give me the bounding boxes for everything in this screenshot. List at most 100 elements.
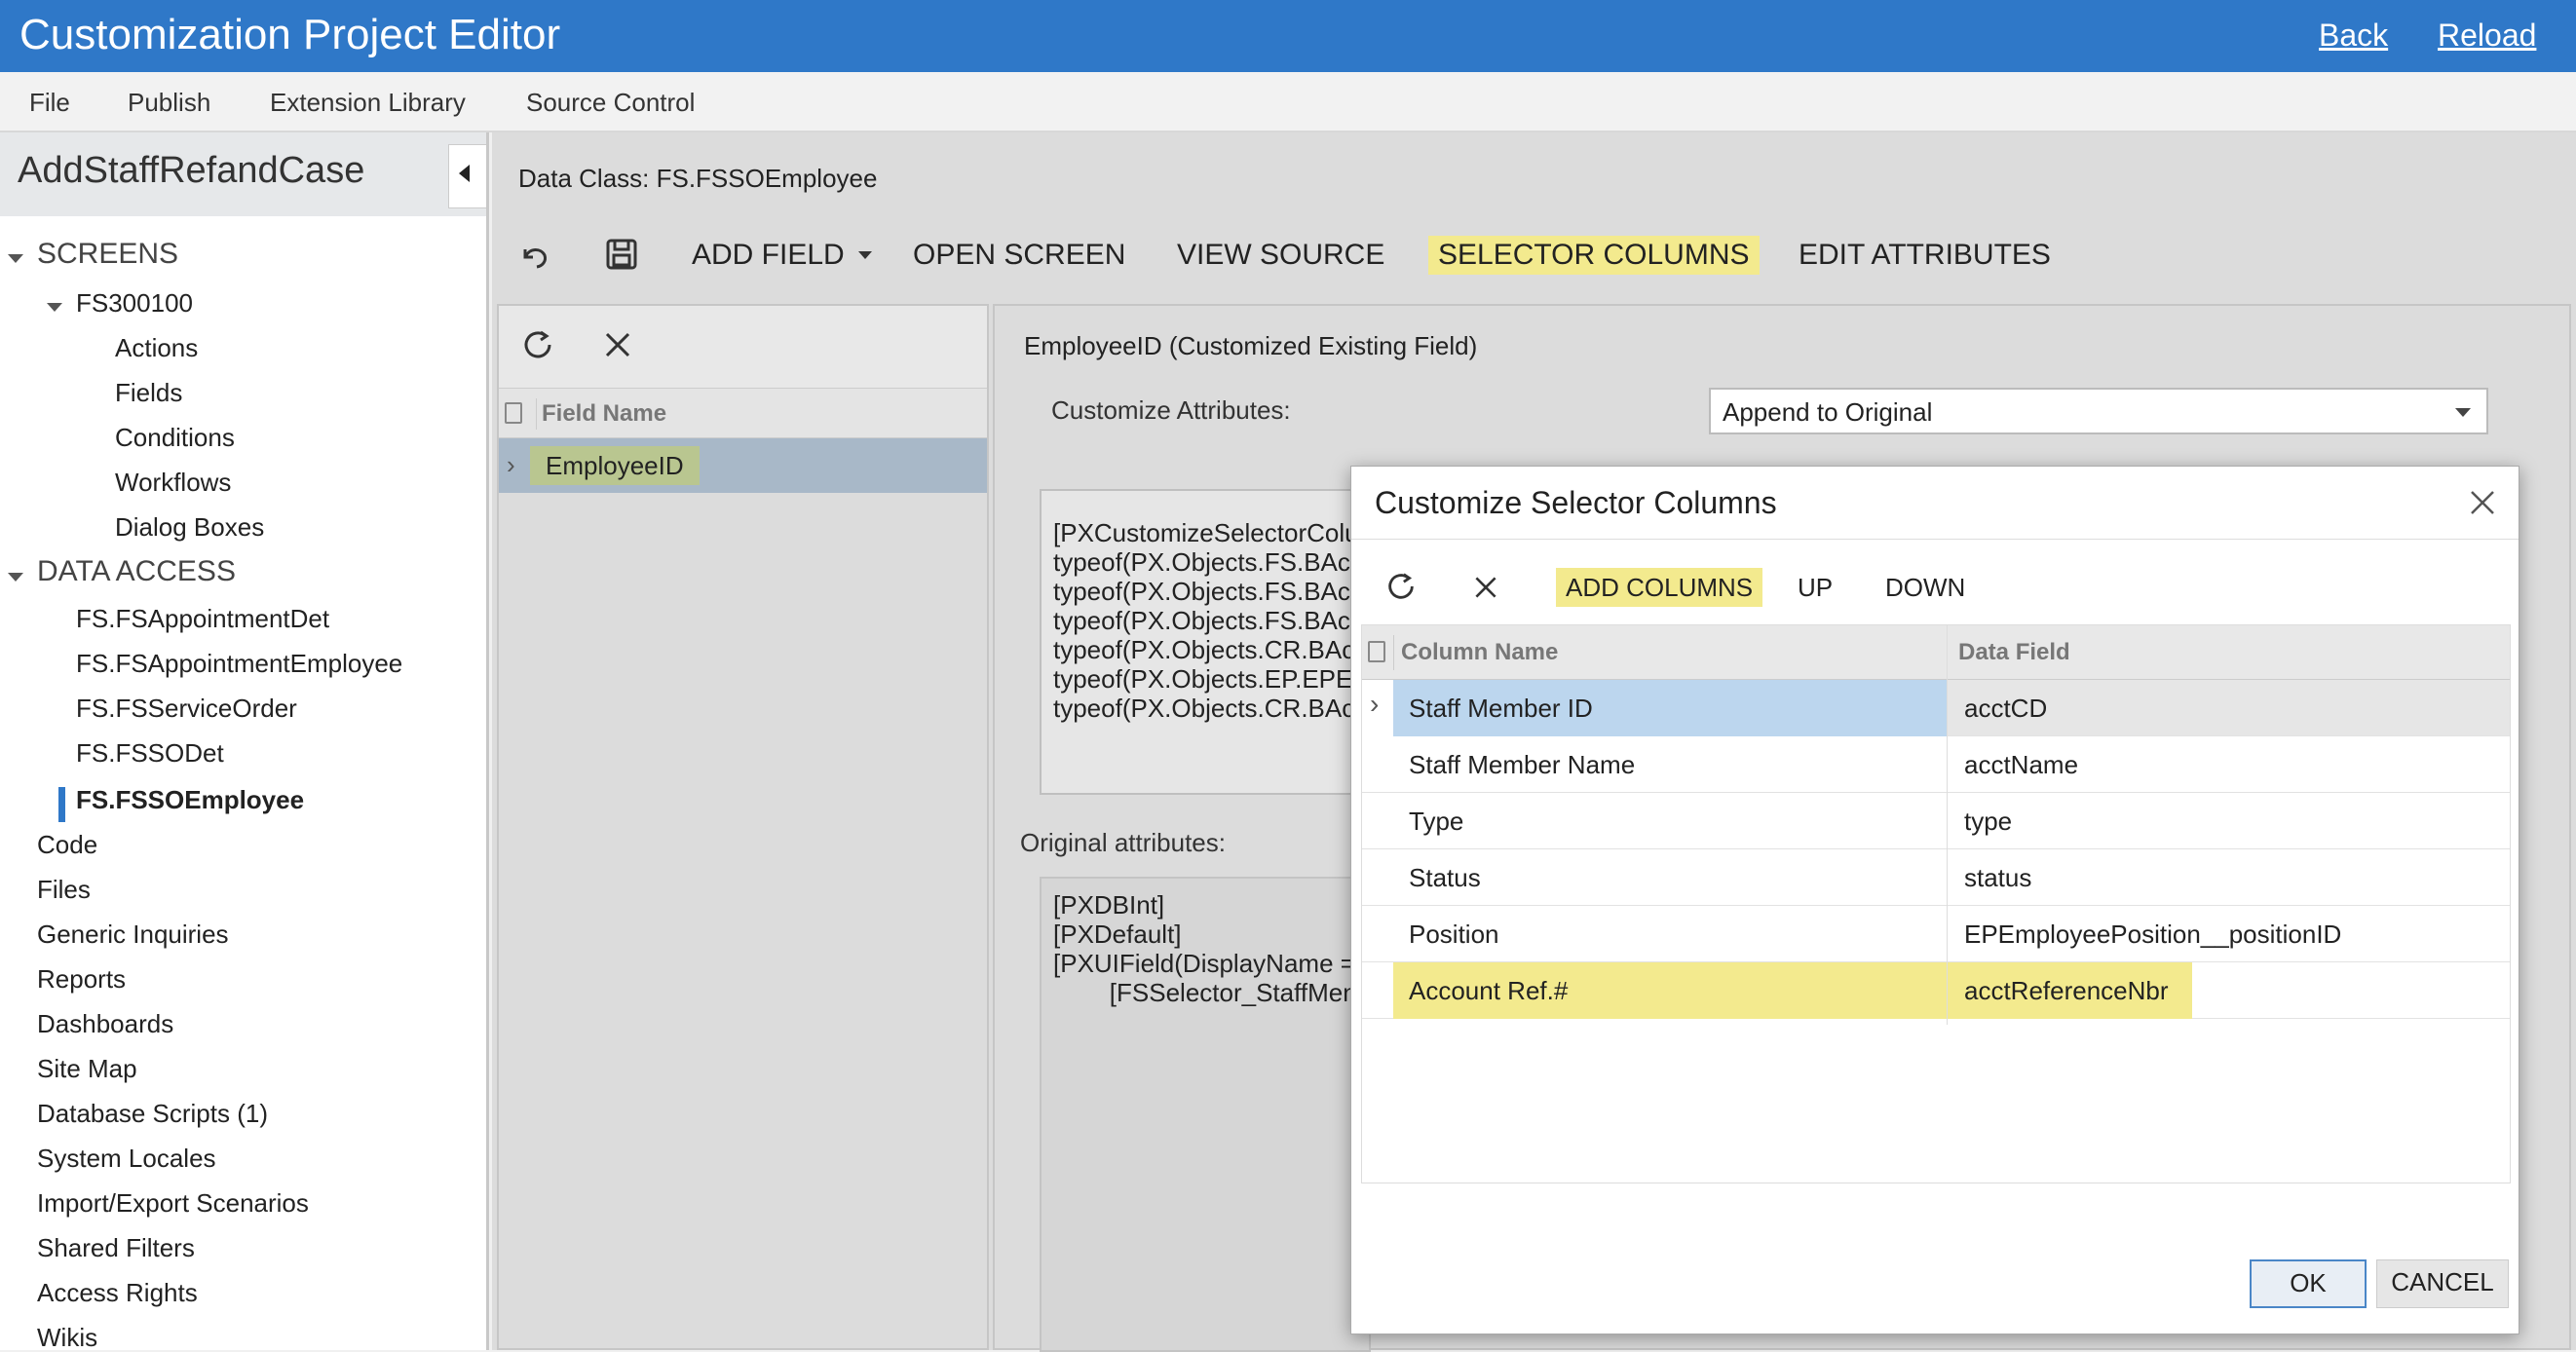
caret-left-icon — [459, 165, 470, 182]
tree-site-map[interactable]: Site Map — [37, 1052, 137, 1085]
open-screen-button[interactable]: OPEN SCREEN — [913, 236, 1125, 275]
selector-columns-button[interactable]: SELECTOR COLUMNS — [1428, 236, 1760, 275]
table-row[interactable]: Position EPEmployeePosition__positionID — [1362, 906, 2510, 962]
tree-wikis[interactable]: Wikis — [37, 1321, 97, 1350]
tree-files[interactable]: Files — [37, 873, 91, 906]
tree-conditions[interactable]: Conditions — [115, 421, 235, 454]
selection-indicator — [58, 787, 65, 822]
tree-system-locales[interactable]: System Locales — [37, 1142, 216, 1175]
menu-source-control[interactable]: Source Control — [526, 86, 695, 119]
add-field-button[interactable]: ADD FIELD — [692, 236, 845, 275]
menu-file[interactable]: File — [29, 86, 70, 119]
tree-reports[interactable]: Reports — [37, 962, 126, 995]
header-divider — [1393, 635, 1394, 670]
menu-publish[interactable]: Publish — [128, 86, 210, 119]
code-line: [PXCustomizeSelectorColu — [1053, 518, 1359, 547]
tree-dialog-boxes[interactable]: Dialog Boxes — [115, 510, 264, 544]
tree-shared-filters[interactable]: Shared Filters — [37, 1231, 195, 1264]
tree-fssoemployee[interactable]: FS.FSSOEmployee — [76, 783, 304, 816]
tree-fsserviceorder[interactable]: FS.FSServiceOrder — [76, 692, 297, 725]
tree-code[interactable]: Code — [37, 828, 97, 861]
column-name-cell[interactable]: Staff Member ID — [1409, 692, 1593, 725]
close-icon[interactable] — [2468, 486, 2497, 525]
tree-fssodet[interactable]: FS.FSSODet — [76, 736, 224, 770]
tree-screens[interactable]: SCREENS — [37, 238, 178, 271]
customize-attributes-label: Customize Attributes: — [1051, 395, 1291, 425]
expand-screen-icon[interactable] — [47, 303, 62, 312]
data-field-cell[interactable]: acctCD — [1964, 692, 2047, 725]
table-row[interactable]: Type type — [1362, 793, 2510, 849]
code-line: typeof(PX.Objects.FS.BAc — [1053, 606, 1350, 635]
back-link[interactable]: Back — [2319, 14, 2388, 56]
table-row[interactable]: Status status — [1362, 849, 2510, 906]
field-name-header[interactable]: Field Name — [542, 398, 666, 430]
column-name-header[interactable]: Column Name — [1401, 637, 1558, 668]
ok-button[interactable]: OK — [2250, 1259, 2367, 1308]
data-field-cell[interactable]: acctName — [1964, 748, 2078, 781]
down-button[interactable]: DOWN — [1885, 568, 1965, 607]
chevron-right-icon[interactable]: › — [507, 452, 515, 477]
tree-generic-inquiries[interactable]: Generic Inquiries — [37, 918, 229, 951]
header-divider — [536, 398, 537, 430]
delete-icon[interactable] — [1472, 574, 1499, 606]
tree-actions[interactable]: Actions — [115, 331, 198, 364]
customize-attributes-select[interactable]: Append to Original — [1709, 388, 2488, 434]
title-bar: Customization Project Editor Back Reload — [0, 0, 2576, 72]
tree-database-scripts[interactable]: Database Scripts (1) — [37, 1097, 268, 1130]
data-field-cell[interactable]: EPEmployeePosition__positionID — [1964, 918, 2341, 951]
save-icon[interactable] — [605, 238, 638, 276]
tree-data-access[interactable]: DATA ACCESS — [37, 555, 236, 588]
chevron-down-icon — [2455, 408, 2471, 417]
custom-attributes-editor[interactable]: [PXCustomizeSelectorColu typeof(PX.Objec… — [1040, 489, 1371, 795]
delete-icon[interactable] — [602, 329, 633, 365]
code-line: [FSSelector_StaffMen — [1053, 978, 1357, 1007]
tree-screen-fs300100[interactable]: FS300100 — [76, 286, 193, 319]
tree-dashboards[interactable]: Dashboards — [37, 1007, 173, 1040]
expand-screens-icon[interactable] — [8, 254, 23, 263]
column-name-cell[interactable]: Status — [1409, 861, 1481, 894]
collapse-sidebar-button[interactable] — [448, 144, 486, 208]
view-source-button[interactable]: VIEW SOURCE — [1177, 236, 1384, 275]
column-name-cell[interactable]: Account Ref.# — [1409, 974, 1568, 1007]
tree-fsappointmentemployee[interactable]: FS.FSAppointmentEmployee — [76, 647, 402, 680]
app-title: Customization Project Editor — [19, 11, 561, 58]
customize-selector-columns-dialog: Customize Selector Columns ADD COLUMNS U… — [1350, 466, 2519, 1334]
undo-icon[interactable] — [517, 238, 552, 278]
customize-attributes-value: Append to Original — [1723, 397, 1933, 427]
grid-settings-icon[interactable] — [1368, 641, 1385, 662]
edit-attributes-button[interactable]: EDIT ATTRIBUTES — [1799, 236, 2051, 275]
field-heading: EmployeeID (Customized Existing Field) — [1024, 331, 1478, 360]
dialog-separator — [1351, 539, 2519, 540]
data-field-cell[interactable]: type — [1964, 805, 2012, 838]
column-name-cell[interactable]: Staff Member Name — [1409, 748, 1635, 781]
grid-settings-icon[interactable] — [505, 402, 522, 424]
table-row[interactable]: › Staff Member ID acctCD — [1362, 680, 2510, 736]
add-field-dropdown-icon[interactable] — [858, 251, 872, 259]
data-field-cell[interactable]: acctReferenceNbr — [1964, 974, 2169, 1007]
add-columns-button[interactable]: ADD COLUMNS — [1556, 568, 1763, 607]
table-row[interactable]: Staff Member Name acctName — [1362, 736, 2510, 793]
reload-link[interactable]: Reload — [2438, 14, 2536, 56]
table-row[interactable]: Account Ref.# acctReferenceNbr — [1362, 962, 2510, 1019]
refresh-icon[interactable] — [1384, 570, 1418, 608]
tree-access-rights[interactable]: Access Rights — [37, 1276, 198, 1309]
up-button[interactable]: UP — [1798, 568, 1833, 607]
tree-workflows[interactable]: Workflows — [115, 466, 231, 499]
chevron-right-icon[interactable]: › — [1370, 690, 1379, 719]
expand-data-access-icon[interactable] — [8, 573, 23, 582]
menu-extension-library[interactable]: Extension Library — [270, 86, 466, 119]
refresh-icon[interactable] — [520, 327, 555, 367]
tree-fsappointmentdet[interactable]: FS.FSAppointmentDet — [76, 602, 329, 635]
field-name-cell[interactable]: EmployeeID — [530, 446, 700, 485]
cancel-button[interactable]: CANCEL — [2376, 1259, 2509, 1308]
data-field-header[interactable]: Data Field — [1958, 637, 2070, 668]
grid-header: Column Name Data Field — [1362, 625, 2510, 680]
table-row[interactable]: › EmployeeID — [499, 438, 987, 493]
tree-fields[interactable]: Fields — [115, 376, 182, 409]
code-line: typeof(PX.Objects.FS.BAc — [1053, 547, 1350, 577]
column-name-cell[interactable]: Type — [1409, 805, 1463, 838]
data-field-cell[interactable]: status — [1964, 861, 2031, 894]
column-name-cell[interactable]: Position — [1409, 918, 1499, 951]
tree-import-export[interactable]: Import/Export Scenarios — [37, 1186, 309, 1220]
code-line: typeof(PX.Objects.CR.BAc — [1053, 635, 1355, 664]
